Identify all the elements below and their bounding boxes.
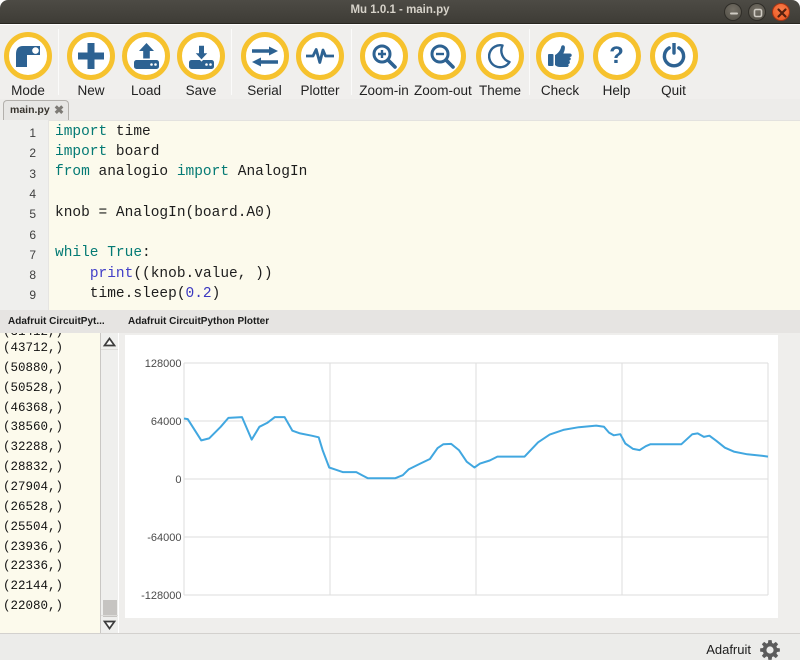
svg-text:64000: 64000	[151, 416, 182, 428]
svg-text:-64000: -64000	[147, 532, 181, 544]
svg-text:128000: 128000	[145, 358, 182, 370]
svg-text:-128000: -128000	[141, 590, 181, 602]
svg-text:0: 0	[175, 474, 181, 486]
